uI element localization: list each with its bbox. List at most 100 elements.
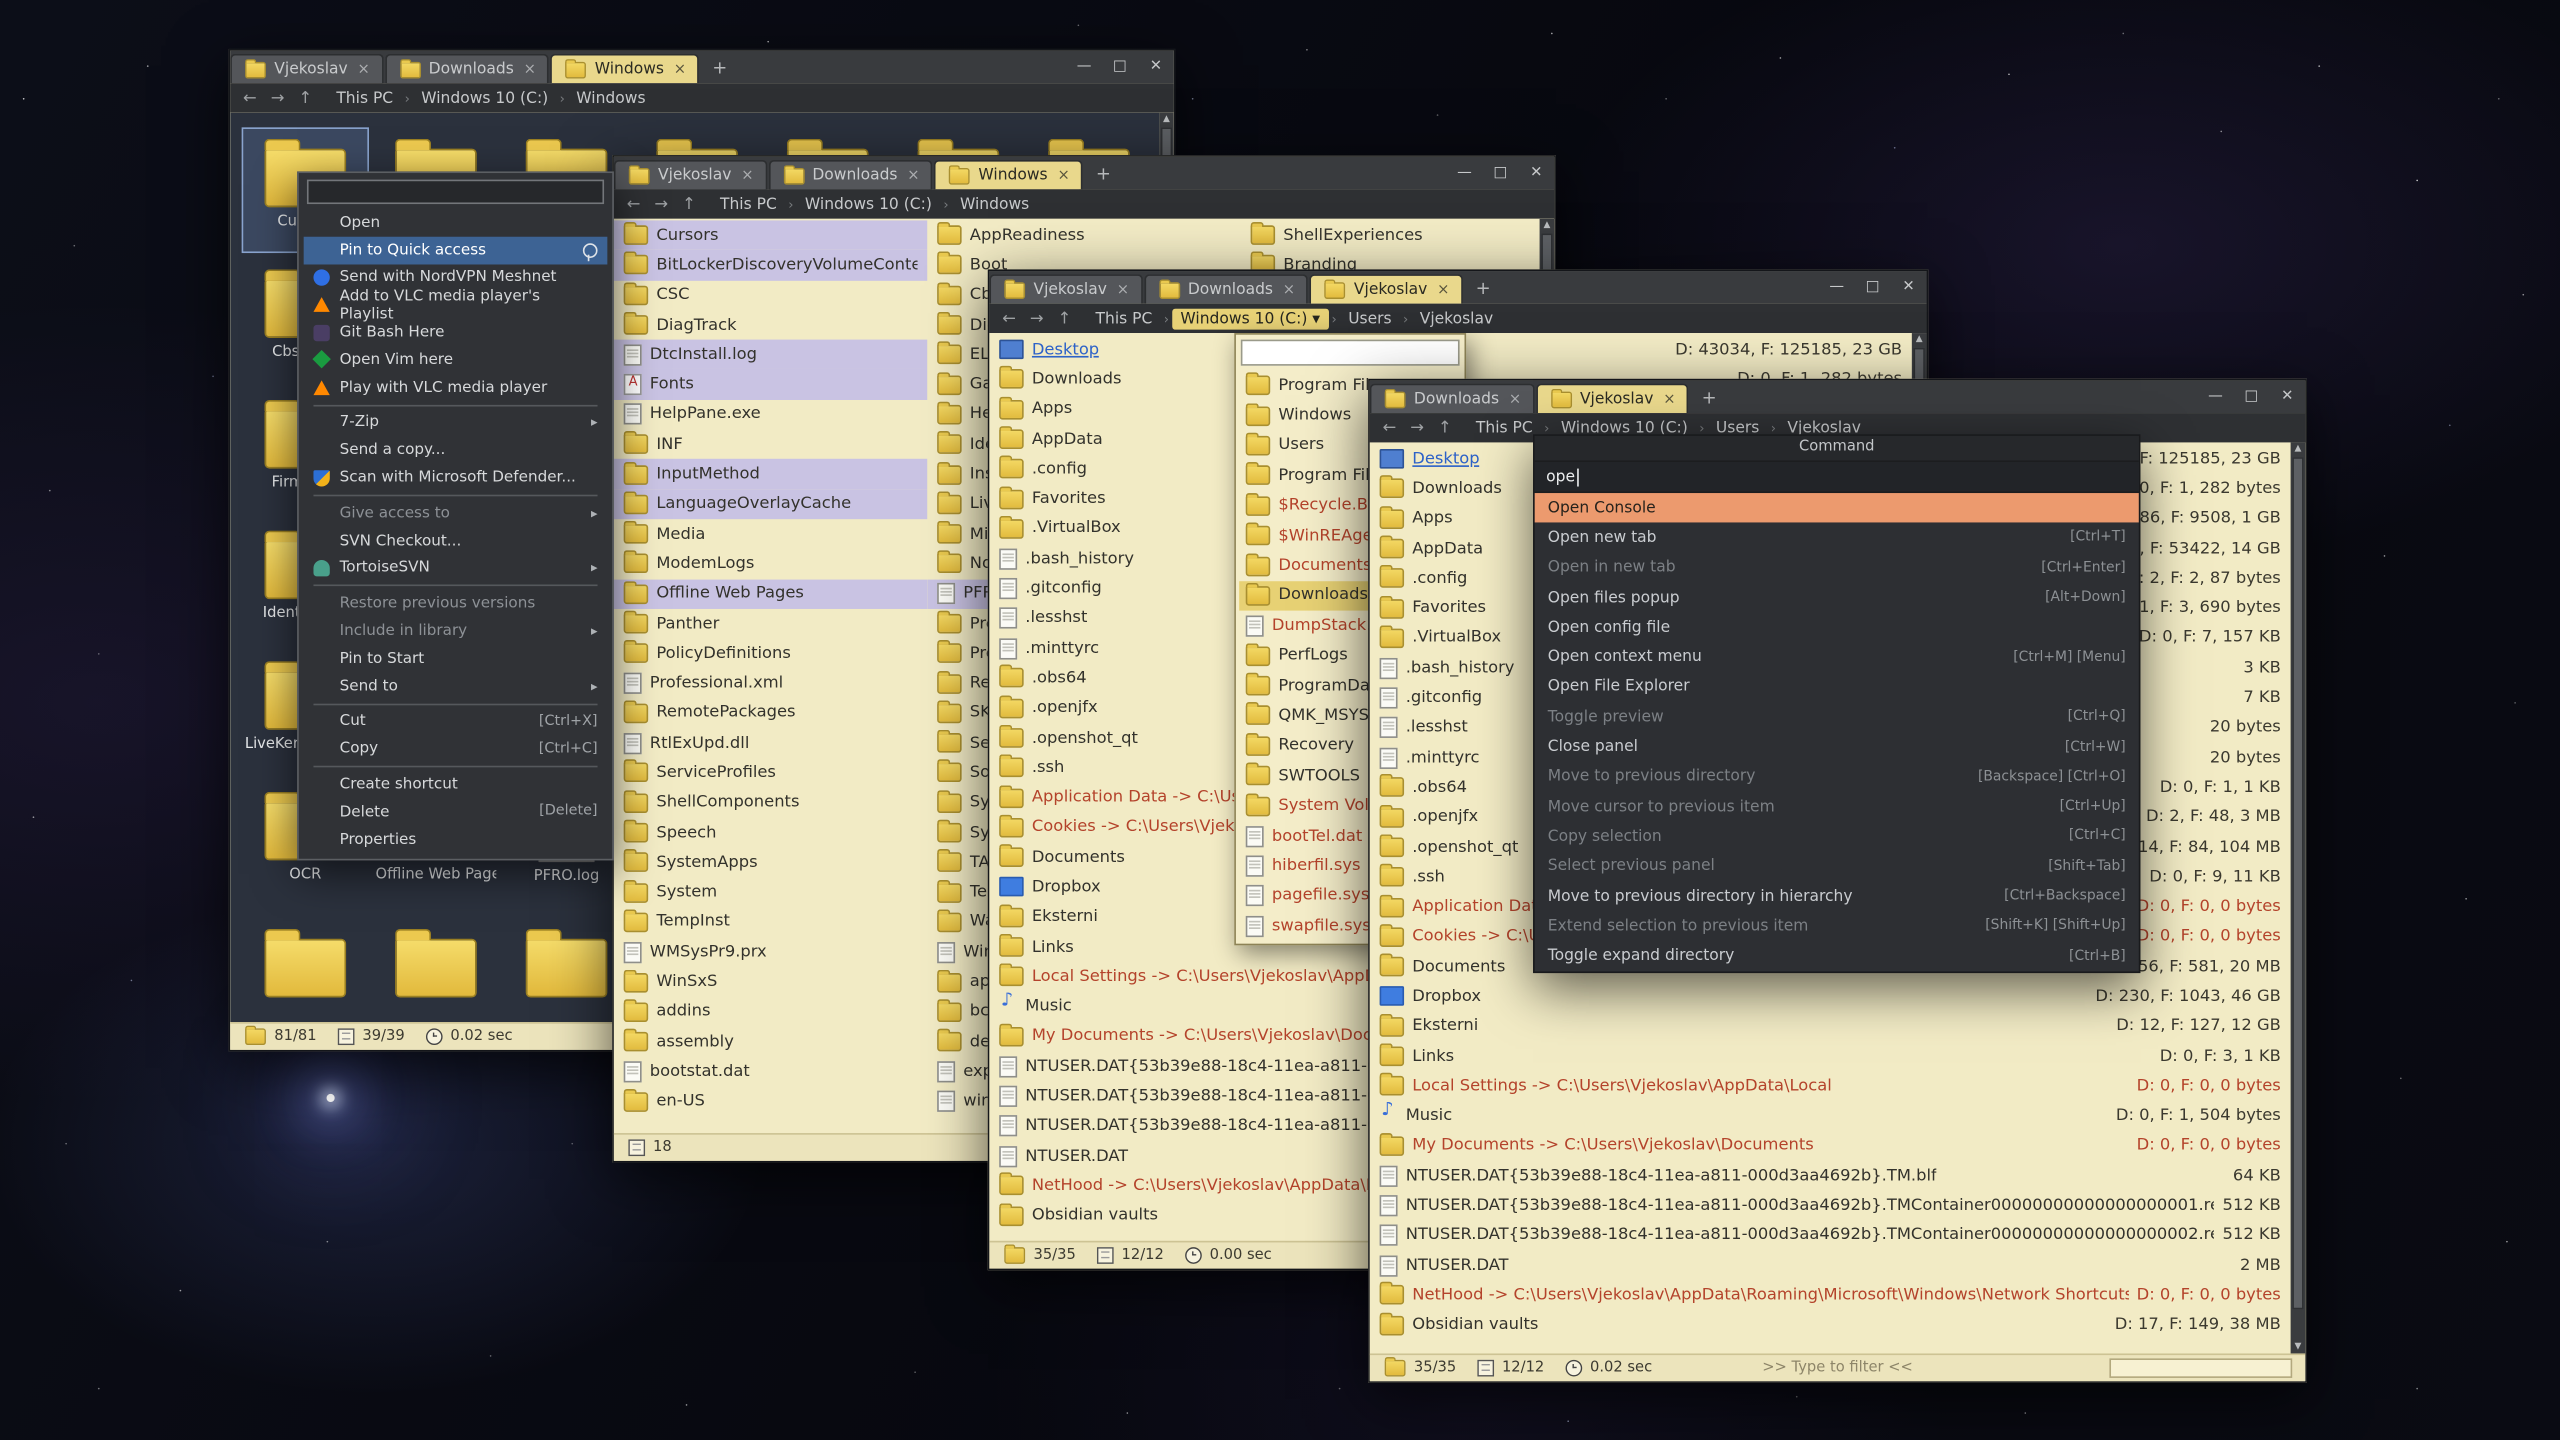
menu-item-send-a-copy[interactable]: Send a copy... [304, 437, 608, 464]
menu-item-restore-previous-versions[interactable]: Restore previous versions [304, 590, 608, 617]
maximize-button[interactable]: □ [2233, 389, 2269, 405]
tab-close-icon[interactable]: × [1437, 282, 1449, 298]
file-row-obsidian-vaults[interactable]: Obsidian vaultsD: 17, F: 149, 38 MB [1370, 1310, 2291, 1340]
titlebar[interactable]: Vjekoslav×Downloads×Vjekoslav× + — □ ✕ [989, 271, 1926, 304]
tab-close-icon[interactable]: × [741, 167, 753, 183]
palette-item-open-console[interactable]: Open Console [1535, 493, 2139, 523]
file-row-en-us[interactable]: en-US [614, 1087, 927, 1117]
file-row-cursors[interactable]: Cursors [614, 220, 927, 250]
file-row-media[interactable]: Media [614, 519, 927, 549]
file-row-shellcomponents[interactable]: ShellComponents [614, 788, 927, 818]
file-row-shellexperiences[interactable]: ShellExperiences [1241, 220, 1540, 250]
breadcrumb-this-pc[interactable]: This PC [1087, 308, 1160, 329]
file-row-wmsyspr9-prx[interactable]: WMSysPr9.prx [614, 937, 927, 967]
file-tile[interactable] [374, 919, 498, 1022]
palette-item-open-config-file[interactable]: Open config file [1535, 613, 2139, 643]
menu-item-open-vim-here[interactable]: Open Vim here [304, 346, 608, 373]
file-row-my-documents-c-users-vjekoslav-documents[interactable]: My Documents -> C:\Users\Vjekoslav\Docum… [1370, 1131, 2291, 1161]
tab-vjekoslav[interactable]: Vjekoslav× [614, 160, 767, 189]
close-button[interactable]: ✕ [2269, 389, 2305, 405]
tab-close-icon[interactable]: × [1663, 391, 1675, 407]
breadcrumb-windows-10-c[interactable]: Windows 10 (C:) [413, 87, 556, 108]
file-row-dropbox[interactable]: DropboxD: 230, F: 1043, 46 GB [1370, 982, 2291, 1012]
file-row-winsxs[interactable]: WinSxS [614, 967, 927, 997]
tab-close-icon[interactable]: × [1283, 282, 1295, 298]
menu-item-include-in-library[interactable]: Include in library▸ [304, 617, 608, 644]
file-tile[interactable] [504, 919, 628, 1022]
menu-item-pin-to-start[interactable]: Pin to Start [304, 645, 608, 672]
file-row-local-settings-c-users-vjekoslav-appdata-local[interactable]: Local Settings -> C:\Users\Vjekoslav\App… [1370, 1071, 2291, 1101]
tab-windows[interactable]: Windows× [551, 54, 700, 83]
breadcrumb-windows-10-c[interactable]: Windows 10 (C:) ▾ [1172, 308, 1328, 329]
menu-item-give-access-to[interactable]: Give access to▸ [304, 500, 608, 527]
breadcrumb-this-pc[interactable]: This PC [1468, 417, 1541, 438]
titlebar[interactable]: Vjekoslav×Downloads×Windows× + — □ ✕ [614, 157, 1554, 190]
file-row-dtcinstall-log[interactable]: DtcInstall.log [614, 340, 927, 370]
menu-item-pin-to-quick-access[interactable]: Pin to Quick access [304, 236, 608, 263]
scroll-up-icon[interactable]: ▲ [2291, 442, 2306, 455]
file-row-serviceprofiles[interactable]: ServiceProfiles [614, 758, 927, 788]
back-button[interactable]: ← [238, 89, 261, 107]
close-button[interactable]: ✕ [1891, 279, 1927, 295]
close-button[interactable]: ✕ [1518, 165, 1554, 181]
menu-item-properties[interactable]: Properties [304, 826, 608, 853]
minimize-button[interactable]: — [1447, 165, 1483, 181]
tab-close-icon[interactable]: × [1057, 167, 1069, 183]
tab-downloads[interactable]: Downloads× [1144, 274, 1308, 303]
tab-downloads[interactable]: Downloads× [385, 54, 549, 83]
context-menu-input[interactable] [307, 180, 604, 204]
palette-item-move-to-previous-directory-in-hierarchy[interactable]: Move to previous directory in hierarchy[… [1535, 881, 2139, 911]
file-row-assembly[interactable]: assembly [614, 1027, 927, 1057]
minimize-button[interactable]: — [2198, 389, 2234, 405]
menu-item-create-shortcut[interactable]: Create shortcut [304, 771, 608, 798]
menu-item-delete[interactable]: Delete[Delete] [304, 798, 608, 825]
file-row-diagtrack[interactable]: DiagTrack [614, 310, 927, 340]
tab-close-icon[interactable]: × [1117, 282, 1129, 298]
file-row-ntuser-dat-53b39e88-18c4-11ea-a811-000d3aa4692b-tm-blf[interactable]: NTUSER.DAT{53b39e88-18c4-11ea-a811-000d3… [1370, 1161, 2291, 1191]
file-row-modemlogs[interactable]: ModemLogs [614, 549, 927, 579]
dropdown-filter-input[interactable] [1241, 340, 1460, 366]
menu-item-play-with-vlc-media-player[interactable]: Play with VLC media player [304, 374, 608, 401]
menu-item-copy[interactable]: Copy[Ctrl+C] [304, 735, 608, 762]
file-row-speech[interactable]: Speech [614, 818, 927, 848]
palette-item-open-files-popup[interactable]: Open files popup[Alt+Down] [1535, 583, 2139, 613]
forward-button[interactable]: → [266, 89, 289, 107]
palette-item-open-new-tab[interactable]: Open new tab[Ctrl+T] [1535, 523, 2139, 553]
palette-item-extend-selection-to-previous-item[interactable]: Extend selection to previous item[Shift+… [1535, 911, 2139, 941]
scroll-down-icon[interactable]: ▼ [2291, 1340, 2306, 1353]
file-row-csc[interactable]: CSC [614, 280, 927, 310]
menu-item-add-to-vlc-media-player-s-playlist[interactable]: Add to VLC media player's Playlist [304, 291, 608, 318]
breadcrumb-this-pc[interactable]: This PC [712, 193, 785, 214]
file-row-appreadiness[interactable]: AppReadiness [927, 220, 1240, 250]
back-button[interactable]: ← [1378, 419, 1401, 437]
up-button[interactable]: ↑ [678, 195, 701, 213]
scroll-up-icon[interactable]: ▲ [1912, 333, 1927, 346]
file-tile[interactable] [243, 919, 367, 1022]
file-row-systemapps[interactable]: SystemApps [614, 848, 927, 878]
palette-item-open-file-explorer[interactable]: Open File Explorer [1535, 672, 2139, 702]
tab-close-icon[interactable]: × [524, 61, 536, 77]
menu-item-svn-checkout[interactable]: SVN Checkout... [304, 527, 608, 554]
menu-item-send-to[interactable]: Send to▸ [304, 672, 608, 699]
scroll-thumb[interactable] [2292, 457, 2303, 1310]
maximize-button[interactable]: □ [1855, 279, 1891, 295]
back-button[interactable]: ← [998, 309, 1021, 327]
new-tab-button[interactable]: + [1690, 380, 1728, 413]
file-row-system[interactable]: System [614, 878, 927, 908]
breadcrumb-windows-10-c[interactable]: Windows 10 (C:) [797, 193, 940, 214]
file-row-offline-web-pages[interactable]: Offline Web Pages [614, 579, 927, 609]
forward-button[interactable]: → [1406, 419, 1429, 437]
up-button[interactable]: ↑ [1433, 419, 1456, 437]
palette-item-select-previous-panel[interactable]: Select previous panel[Shift+Tab] [1535, 852, 2139, 882]
breadcrumb-vjekoslav[interactable]: Vjekoslav [1412, 308, 1502, 329]
file-row-bitlockerdiscoveryvolumecontents[interactable]: BitLockerDiscoveryVolumeContents [614, 250, 927, 280]
tab-close-icon[interactable]: × [358, 61, 370, 77]
palette-item-toggle-expand-directory[interactable]: Toggle expand directory[Ctrl+B] [1535, 941, 2139, 971]
file-row-bootstat-dat[interactable]: bootstat.dat [614, 1057, 927, 1087]
tab-windows[interactable]: Windows× [934, 160, 1083, 189]
file-row-links[interactable]: LinksD: 0, F: 3, 1 KB [1370, 1042, 2291, 1072]
palette-item-open-in-new-tab[interactable]: Open in new tab[Ctrl+Enter] [1535, 553, 2139, 583]
palette-item-move-to-previous-directory[interactable]: Move to previous directory[Backspace] [C… [1535, 762, 2139, 792]
palette-item-toggle-preview[interactable]: Toggle preview[Ctrl+Q] [1535, 702, 2139, 732]
breadcrumb-windows[interactable]: Windows [952, 193, 1038, 214]
